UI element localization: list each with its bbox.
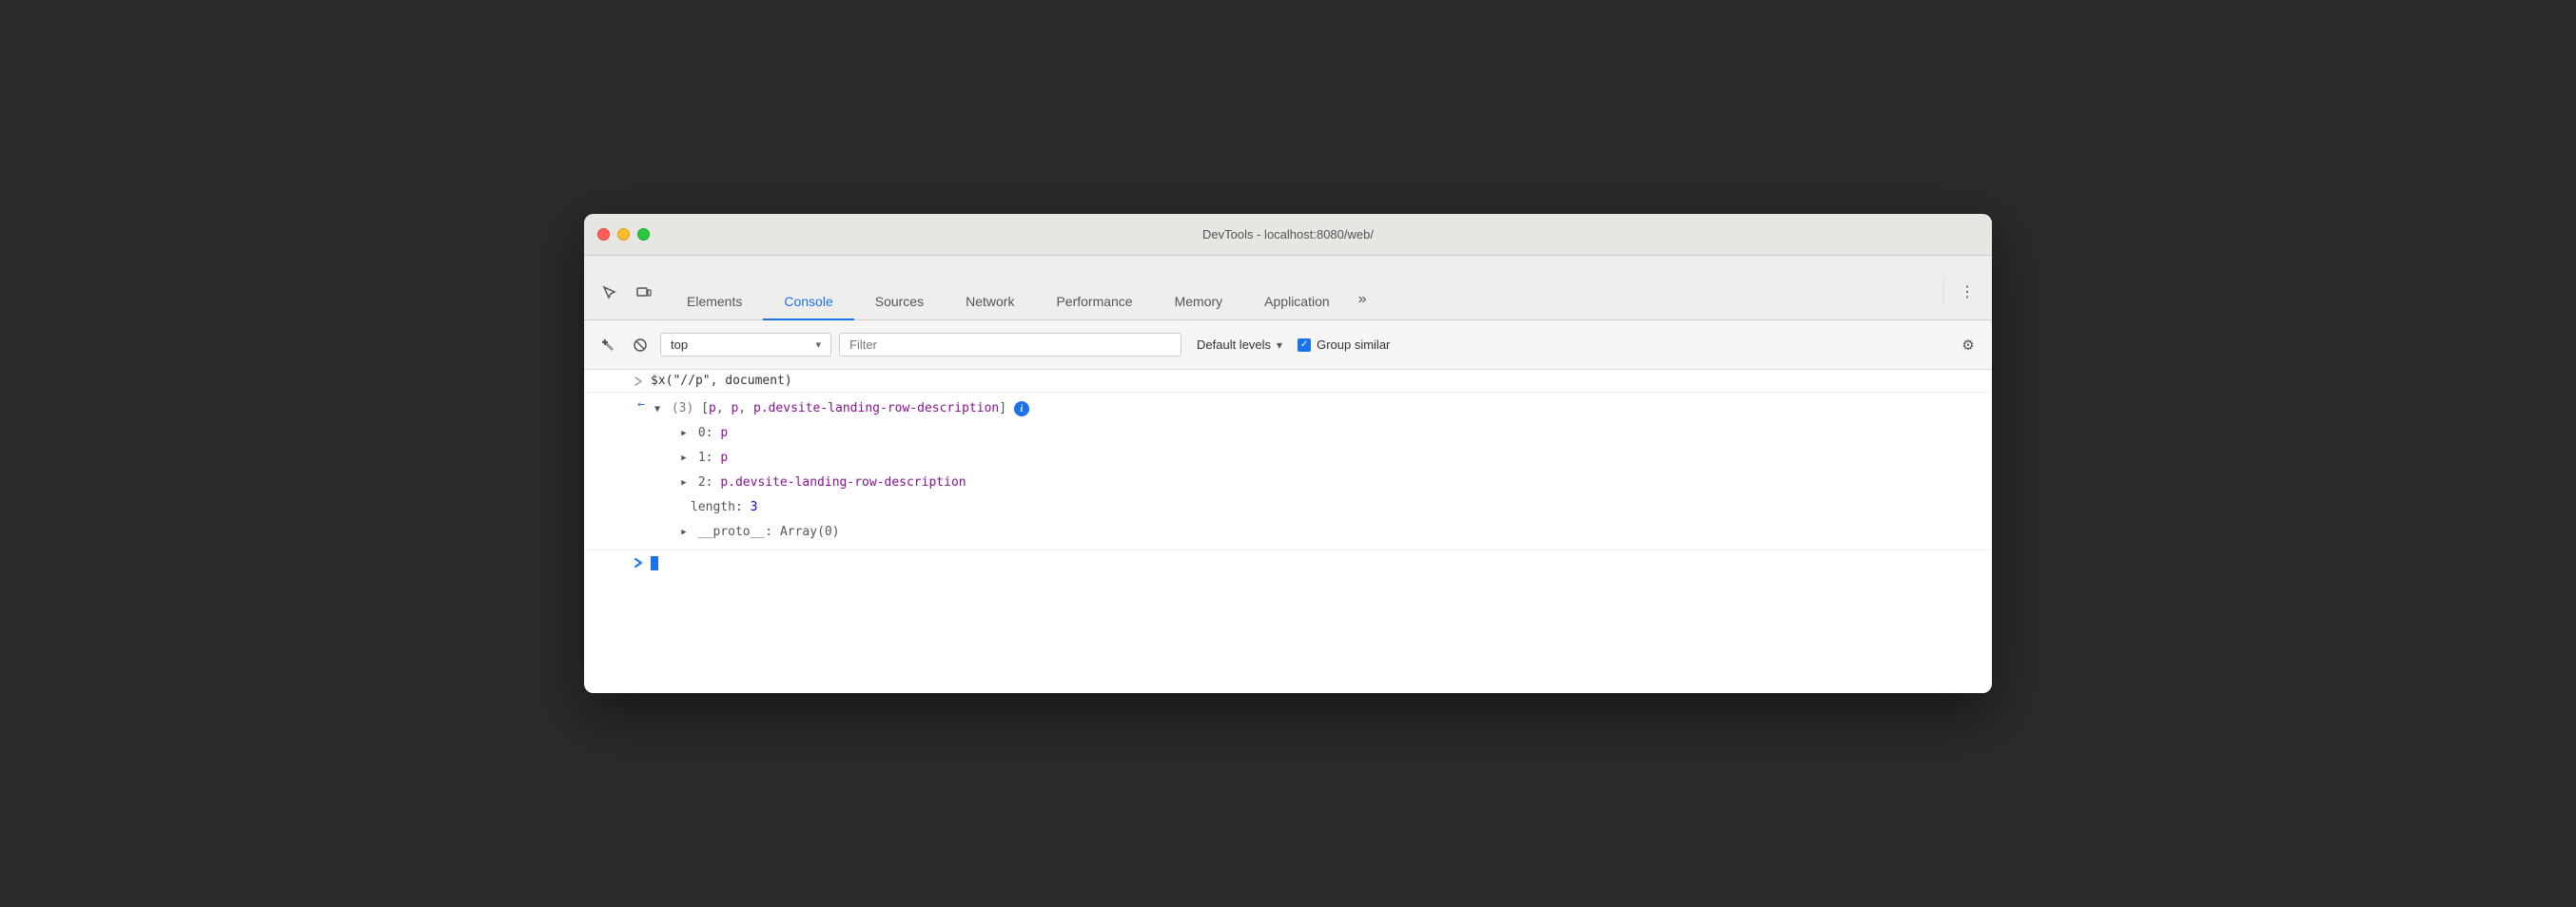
tab-memory[interactable]: Memory <box>1154 284 1244 320</box>
group-similar-checkbox[interactable]: ✓ <box>1298 338 1311 352</box>
tab-application[interactable]: Application <box>1243 284 1351 320</box>
inspect-icon[interactable] <box>595 280 624 306</box>
tab-elements[interactable]: Elements <box>666 284 763 320</box>
gear-icon: ⚙ <box>1961 337 1974 354</box>
proto-row[interactable]: ▶ __proto__ : Array(0) <box>677 520 1992 545</box>
console-output: $x("//p", document) ← ▼ (3) [ p , p , p.… <box>584 370 1992 693</box>
proto-expand-icon[interactable]: ▶ <box>677 527 691 540</box>
array-item-1-row[interactable]: ▶ 1 : p <box>677 446 1992 471</box>
tree-item-2: ▶ 2 : p.devsite-landing-row-description <box>651 471 1992 495</box>
clear-console-icon[interactable] <box>595 333 620 357</box>
filter-input[interactable] <box>839 333 1181 357</box>
levels-dropdown-icon: ▾ <box>1277 338 1282 352</box>
proto-property: ▶ __proto__ : Array(0) <box>651 520 1992 545</box>
item1-expand-icon[interactable]: ▶ <box>677 452 691 465</box>
more-options-button[interactable]: ⋮ <box>1954 279 1981 305</box>
tree-item-0: ▶ 0 : p <box>651 421 1992 446</box>
result-expand-area: ▼ (3) [ p , p , p.devsite-landing-row-de… <box>651 395 1992 548</box>
collapse-toggle-icon[interactable]: ▼ <box>651 402 664 415</box>
tab-console[interactable]: Console <box>763 284 853 320</box>
tree-item-1: ▶ 1 : p <box>651 446 1992 471</box>
back-arrow-icon: ← <box>584 395 651 412</box>
title-bar: DevTools - localhost:8080/web/ <box>584 214 1992 256</box>
context-value: top <box>671 338 688 352</box>
toolbar-right: ⋮ <box>1940 278 1981 319</box>
device-toggle-icon[interactable] <box>630 280 658 306</box>
info-icon[interactable]: i <box>1014 401 1029 416</box>
tab-performance[interactable]: Performance <box>1035 284 1153 320</box>
maximize-button[interactable] <box>637 228 650 241</box>
length-row: length : 3 <box>677 495 1992 520</box>
window-title: DevTools - localhost:8080/web/ <box>1202 227 1374 241</box>
traffic-lights <box>597 228 650 241</box>
tab-network[interactable]: Network <box>945 284 1035 320</box>
three-dots-icon: ⋮ <box>1960 282 1975 301</box>
tabs-container: Elements Console Sources Network Perform… <box>666 281 1940 319</box>
console-prompt-row <box>584 550 1992 576</box>
item2-expand-icon[interactable]: ▶ <box>677 476 691 490</box>
minimize-button[interactable] <box>617 228 630 241</box>
settings-button[interactable]: ⚙ <box>1956 333 1981 357</box>
console-command-row: $x("//p", document) <box>584 370 1992 393</box>
array-header-row[interactable]: ▼ (3) [ p , p , p.devsite-landing-row-de… <box>651 396 1992 421</box>
more-tabs-button[interactable]: » <box>1351 281 1375 319</box>
cursor-blink <box>651 556 658 570</box>
devtools-window: DevTools - localhost:8080/web/ Elements <box>584 214 1992 693</box>
close-button[interactable] <box>597 228 610 241</box>
console-toolbar: top ▾ Default levels ▾ ✓ Group similar ⚙ <box>584 320 1992 370</box>
block-icon[interactable] <box>628 333 653 357</box>
command-prompt-icon <box>584 376 651 387</box>
prompt-icon <box>584 557 651 569</box>
tab-sources[interactable]: Sources <box>854 284 945 320</box>
item0-expand-icon[interactable]: ▶ <box>677 427 691 440</box>
dropdown-arrow-icon: ▾ <box>815 338 821 351</box>
array-item-2-row[interactable]: ▶ 2 : p.devsite-landing-row-description <box>677 471 1992 495</box>
length-property: length : 3 <box>651 495 1992 520</box>
default-levels-button[interactable]: Default levels ▾ <box>1189 334 1290 356</box>
tab-bar: Elements Console Sources Network Perform… <box>584 256 1992 320</box>
divider <box>1943 278 1944 306</box>
group-similar-label: Group similar <box>1317 338 1390 352</box>
array-item-0-row[interactable]: ▶ 0 : p <box>677 421 1992 446</box>
group-similar-container: ✓ Group similar <box>1298 338 1390 352</box>
toolbar-left <box>595 280 658 319</box>
context-dropdown[interactable]: top ▾ <box>660 333 831 357</box>
console-result-row: ← ▼ (3) [ p , p , p.devsite-landing-row-… <box>584 393 1992 550</box>
command-text: $x("//p", document) <box>651 374 792 388</box>
default-levels-label: Default levels <box>1197 338 1271 352</box>
